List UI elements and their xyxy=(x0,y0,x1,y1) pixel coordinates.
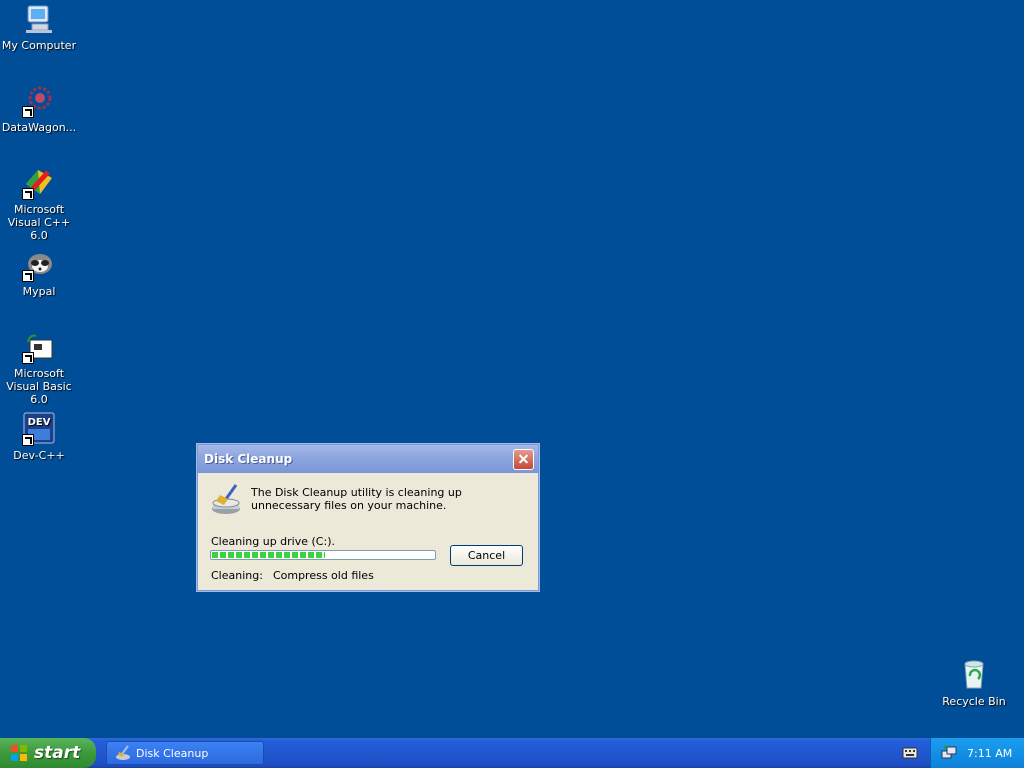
windows-flag-icon xyxy=(11,745,27,761)
recycle-bin-icon xyxy=(957,658,991,692)
desktop-icon-label: Microsoft Visual Basic 6.0 xyxy=(6,367,72,406)
cleaning-value: Compress old files xyxy=(272,569,374,582)
computer-icon xyxy=(22,2,56,36)
keyboard-icon[interactable] xyxy=(902,746,918,760)
dialog-title: Disk Cleanup xyxy=(204,452,293,466)
desktop-icon-label: Recycle Bin xyxy=(942,695,1006,708)
shortcut-arrow-icon xyxy=(22,188,34,200)
drive-label: Cleaning up drive (C:). xyxy=(211,535,335,548)
desktop-icon-recycle-bin[interactable]: Recycle Bin xyxy=(934,658,1014,708)
desktop-icon-label: Microsoft Visual C++ 6.0 xyxy=(7,203,71,242)
desktop-icon-visual-cpp[interactable]: Microsoft Visual C++ 6.0 xyxy=(0,166,79,242)
desktop-icon-label: DataWagon... xyxy=(1,121,77,134)
desktop-icon-label: Dev-C++ xyxy=(13,449,65,462)
dialog-body: The Disk Cleanup utility is cleaning up … xyxy=(198,473,538,589)
dialog-description: The Disk Cleanup utility is cleaning up … xyxy=(251,486,462,512)
dialog-titlebar[interactable]: Disk Cleanup xyxy=(198,445,538,473)
taskbar: start Disk Cleanup 7:11 AM xyxy=(0,738,1024,768)
clock[interactable]: 7:11 AM xyxy=(967,747,1012,760)
visual-cpp-icon xyxy=(22,166,56,200)
shortcut-arrow-icon xyxy=(22,106,34,118)
system-tray: 7:11 AM xyxy=(930,738,1024,768)
desktop-icon-dev-cpp[interactable]: DEV Dev-C++ xyxy=(0,412,79,462)
progress-bar xyxy=(210,550,436,560)
network-icon[interactable] xyxy=(941,745,957,761)
desktop-icon-label: Mypal xyxy=(22,285,56,298)
cleaning-label: Cleaning: xyxy=(211,569,263,582)
cleaning-status: Cleaning: Compress old files xyxy=(211,569,374,582)
desktop-icon-my-computer[interactable]: My Computer xyxy=(0,2,79,52)
shortcut-arrow-icon xyxy=(22,352,34,364)
shortcut-arrow-icon xyxy=(22,434,34,446)
raccoon-icon xyxy=(22,248,56,282)
svg-text:DEV: DEV xyxy=(28,417,51,428)
disk-cleanup-icon xyxy=(210,483,244,517)
progress-fill xyxy=(212,552,326,558)
desktop-icon-mypal[interactable]: Mypal xyxy=(0,248,79,298)
disk-cleanup-dialog: Disk Cleanup The Disk Cleanup utility is… xyxy=(197,444,539,591)
start-button[interactable]: start xyxy=(0,738,96,768)
taskbar-item-label: Disk Cleanup xyxy=(136,746,209,760)
desktop-icon-label: My Computer xyxy=(1,39,77,52)
datawagon-icon xyxy=(22,84,56,118)
desktop-icon-datawagon[interactable]: DataWagon... xyxy=(0,84,79,134)
disk-cleanup-icon xyxy=(116,745,130,760)
desktop-icon-visual-basic[interactable]: Microsoft Visual Basic 6.0 xyxy=(0,330,79,406)
taskbar-item-disk-cleanup[interactable]: Disk Cleanup xyxy=(106,741,264,765)
start-label: start xyxy=(34,743,81,763)
visual-basic-icon xyxy=(22,330,56,364)
close-button[interactable] xyxy=(513,448,534,470)
shortcut-arrow-icon xyxy=(22,270,34,282)
cancel-button[interactable]: Cancel xyxy=(450,545,523,566)
dev-cpp-icon: DEV xyxy=(22,412,56,446)
